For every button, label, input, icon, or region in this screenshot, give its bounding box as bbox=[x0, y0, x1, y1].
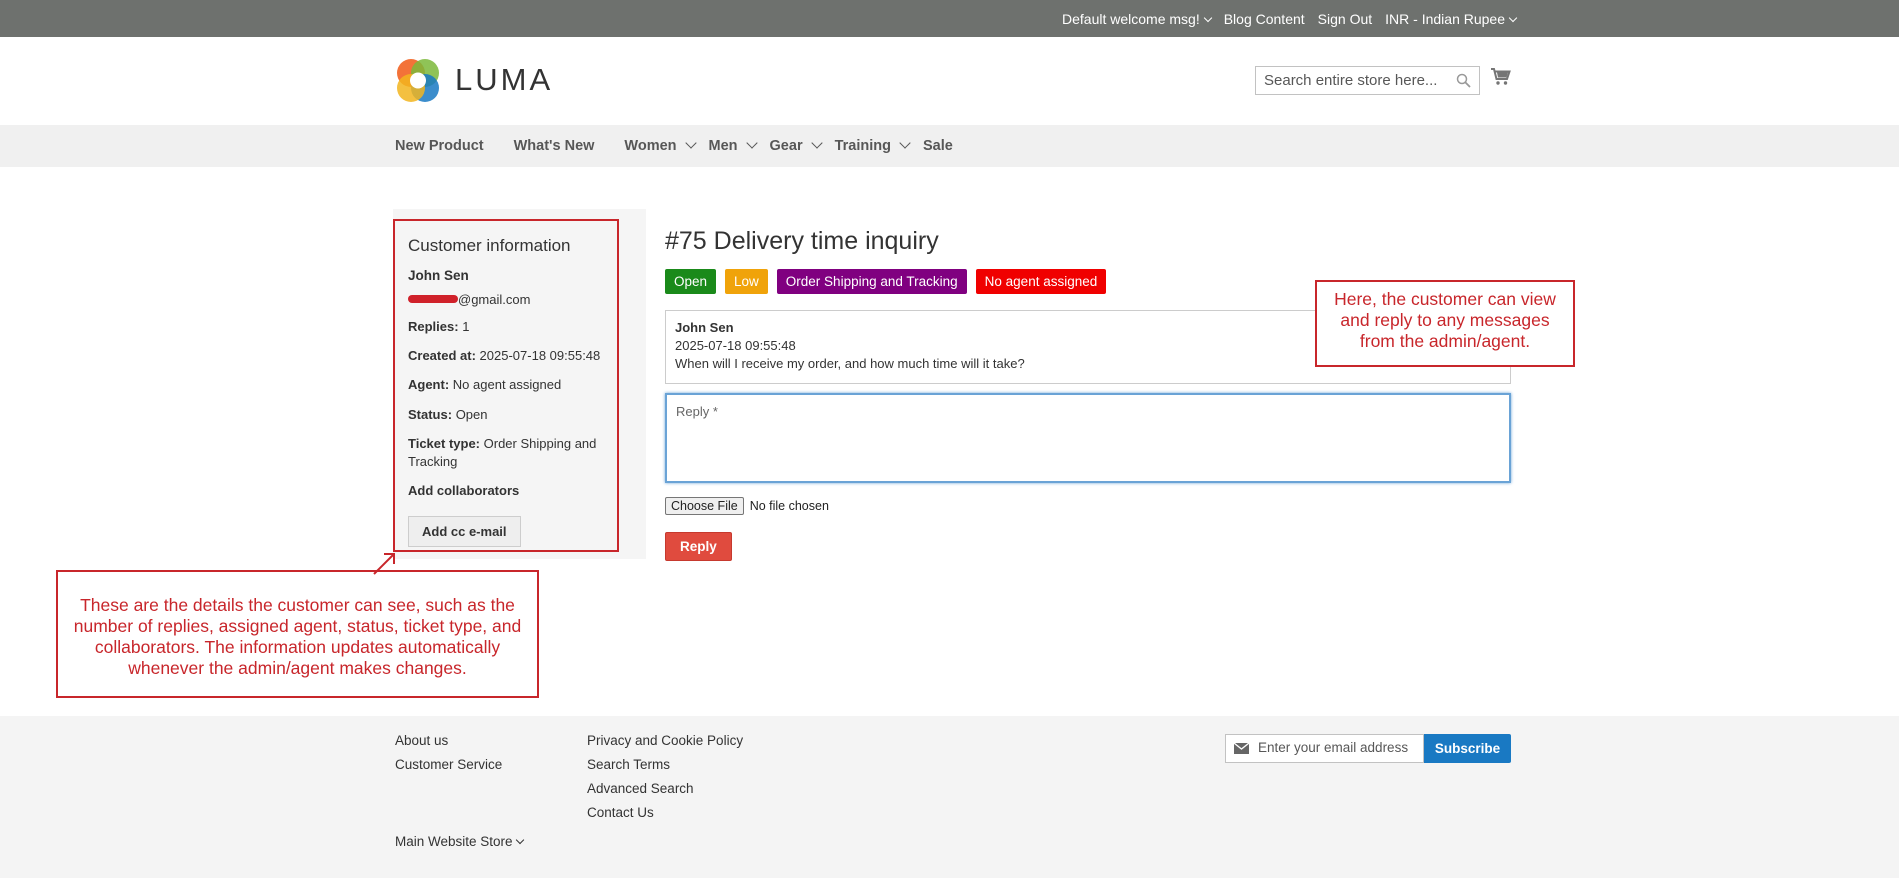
footer-link-about[interactable]: About us bbox=[395, 733, 502, 748]
footer: About us Customer Service Privacy and Co… bbox=[0, 716, 1899, 878]
agent-row: Agent: No agent assigned bbox=[408, 376, 604, 394]
cart-icon[interactable] bbox=[1490, 67, 1512, 87]
nav-item-whats-new[interactable]: What's New bbox=[514, 138, 595, 154]
currency-label: INR - Indian Rupee bbox=[1385, 10, 1505, 27]
replies-row: Replies: 1 bbox=[408, 318, 604, 336]
search-placeholder: Search entire store here... bbox=[1264, 72, 1438, 89]
agent-value: No agent assigned bbox=[452, 377, 562, 393]
nav-label: Sale bbox=[923, 138, 953, 154]
footer-link-advanced-search[interactable]: Advanced Search bbox=[587, 781, 743, 796]
nav-item-training[interactable]: Training bbox=[834, 137, 911, 154]
newsletter-email-input[interactable]: Enter your email address bbox=[1225, 734, 1424, 763]
no-file-text: No file chosen bbox=[749, 499, 829, 513]
ticket-type-row: Ticket type: Order Shipping and Tracking bbox=[408, 435, 604, 471]
redaction-mark bbox=[408, 295, 458, 303]
collaborators-label: Add collaborators bbox=[408, 483, 520, 499]
reply-button[interactable]: Reply bbox=[665, 532, 732, 561]
replies-value: 1 bbox=[462, 319, 470, 334]
newsletter-placeholder: Enter your email address bbox=[1258, 740, 1409, 755]
file-upload: Choose File No file chosen bbox=[665, 497, 829, 515]
customer-info-panel: Customer information John Sen @gmail.com… bbox=[393, 219, 619, 552]
subscribe-button[interactable]: Subscribe bbox=[1424, 734, 1511, 763]
sign-out-link[interactable]: Sign Out bbox=[1318, 11, 1372, 27]
nav-label: Men bbox=[708, 138, 738, 154]
nav-label: New Product bbox=[395, 138, 484, 154]
footer-link-customer-service[interactable]: Customer Service bbox=[395, 757, 502, 772]
top-panel: Default welcome msg! Blog Content Sign O… bbox=[0, 0, 1899, 37]
add-cc-email-button[interactable]: Add cc e-mail bbox=[408, 516, 521, 548]
blog-link[interactable]: Blog Content bbox=[1224, 11, 1305, 27]
reply-placeholder: Reply * bbox=[676, 404, 718, 419]
footer-link-privacy[interactable]: Privacy and Cookie Policy bbox=[587, 733, 743, 748]
chevron-down-icon bbox=[745, 137, 758, 149]
welcome-dropdown[interactable]: Default welcome msg! bbox=[1062, 10, 1212, 27]
nav-item-new-product[interactable]: New Product bbox=[395, 138, 484, 154]
luma-logo-icon[interactable] bbox=[395, 57, 441, 104]
customer-email: @gmail.com bbox=[408, 292, 604, 307]
annotation-reply: Here, the customer can view and reply to… bbox=[1315, 280, 1575, 367]
nav-item-men[interactable]: Men bbox=[708, 137, 758, 154]
nav-item-women[interactable]: Women bbox=[624, 137, 697, 154]
annotation-details: These are the details the customer can s… bbox=[56, 570, 539, 698]
footer-links-col1: About us Customer Service bbox=[395, 733, 502, 781]
status-value: Open bbox=[455, 406, 488, 422]
ticket-title: #75 Delivery time inquiry bbox=[665, 227, 939, 255]
chevron-down-icon bbox=[810, 137, 823, 149]
footer-link-contact[interactable]: Contact Us bbox=[587, 805, 743, 820]
search-icon[interactable] bbox=[1456, 73, 1471, 88]
nav-label: Women bbox=[624, 138, 677, 154]
status-badge: Open bbox=[665, 269, 717, 294]
annotation-arrow-icon bbox=[373, 553, 395, 575]
ticket-type-badge: Order Shipping and Tracking bbox=[776, 269, 967, 294]
logo-text[interactable]: LUMA bbox=[455, 62, 553, 98]
agent-label: Agent: bbox=[408, 377, 450, 393]
customer-info-title: Customer information bbox=[408, 236, 571, 255]
collaborators-heading: Add collaborators bbox=[408, 482, 604, 500]
priority-badge: Low bbox=[725, 269, 768, 294]
top-links: Default welcome msg! Blog Content Sign O… bbox=[1062, 0, 1518, 37]
mail-icon bbox=[1234, 743, 1249, 754]
footer-links-col2: Privacy and Cookie Policy Search Terms A… bbox=[587, 733, 743, 829]
nav-label: Training bbox=[834, 138, 891, 154]
customer-name: John Sen bbox=[408, 268, 469, 283]
nav-label: Gear bbox=[769, 138, 803, 154]
replies-label: Replies: bbox=[408, 319, 459, 334]
status-row: Status: Open bbox=[408, 406, 604, 424]
store-switcher[interactable]: Main Website Store bbox=[395, 834, 524, 849]
created-label: Created at: bbox=[408, 348, 476, 364]
store-label: Main Website Store bbox=[395, 834, 513, 849]
reply-textarea[interactable]: Reply * bbox=[665, 393, 1511, 483]
chevron-down-icon bbox=[899, 137, 911, 149]
ticket-badges: Open Low Order Shipping and Tracking No … bbox=[665, 269, 1107, 294]
chevron-down-icon bbox=[1203, 13, 1212, 22]
footer-link-search-terms[interactable]: Search Terms bbox=[587, 757, 743, 772]
chevron-down-icon bbox=[684, 137, 697, 149]
status-label: Status: bbox=[408, 406, 453, 422]
chevron-down-icon bbox=[1508, 13, 1518, 22]
search-input[interactable]: Search entire store here... bbox=[1255, 66, 1480, 95]
nav-label: What's New bbox=[513, 138, 595, 154]
main-navigation: New Product What's New Women Men Gear Tr… bbox=[0, 125, 1899, 167]
created-row: Created at: 2025-07-18 09:55:48 bbox=[408, 347, 604, 365]
welcome-text: Default welcome msg! bbox=[1062, 10, 1200, 27]
nav-item-sale[interactable]: Sale bbox=[923, 138, 953, 154]
choose-file-button[interactable]: Choose File bbox=[665, 497, 744, 515]
agent-badge: No agent assigned bbox=[975, 269, 1107, 294]
ticket-type-label: Ticket type: bbox=[408, 435, 481, 451]
chevron-down-icon bbox=[515, 835, 524, 844]
nav-item-gear[interactable]: Gear bbox=[769, 137, 823, 154]
created-value: 2025-07-18 09:55:48 bbox=[479, 348, 601, 364]
currency-switcher[interactable]: INR - Indian Rupee bbox=[1385, 10, 1518, 27]
